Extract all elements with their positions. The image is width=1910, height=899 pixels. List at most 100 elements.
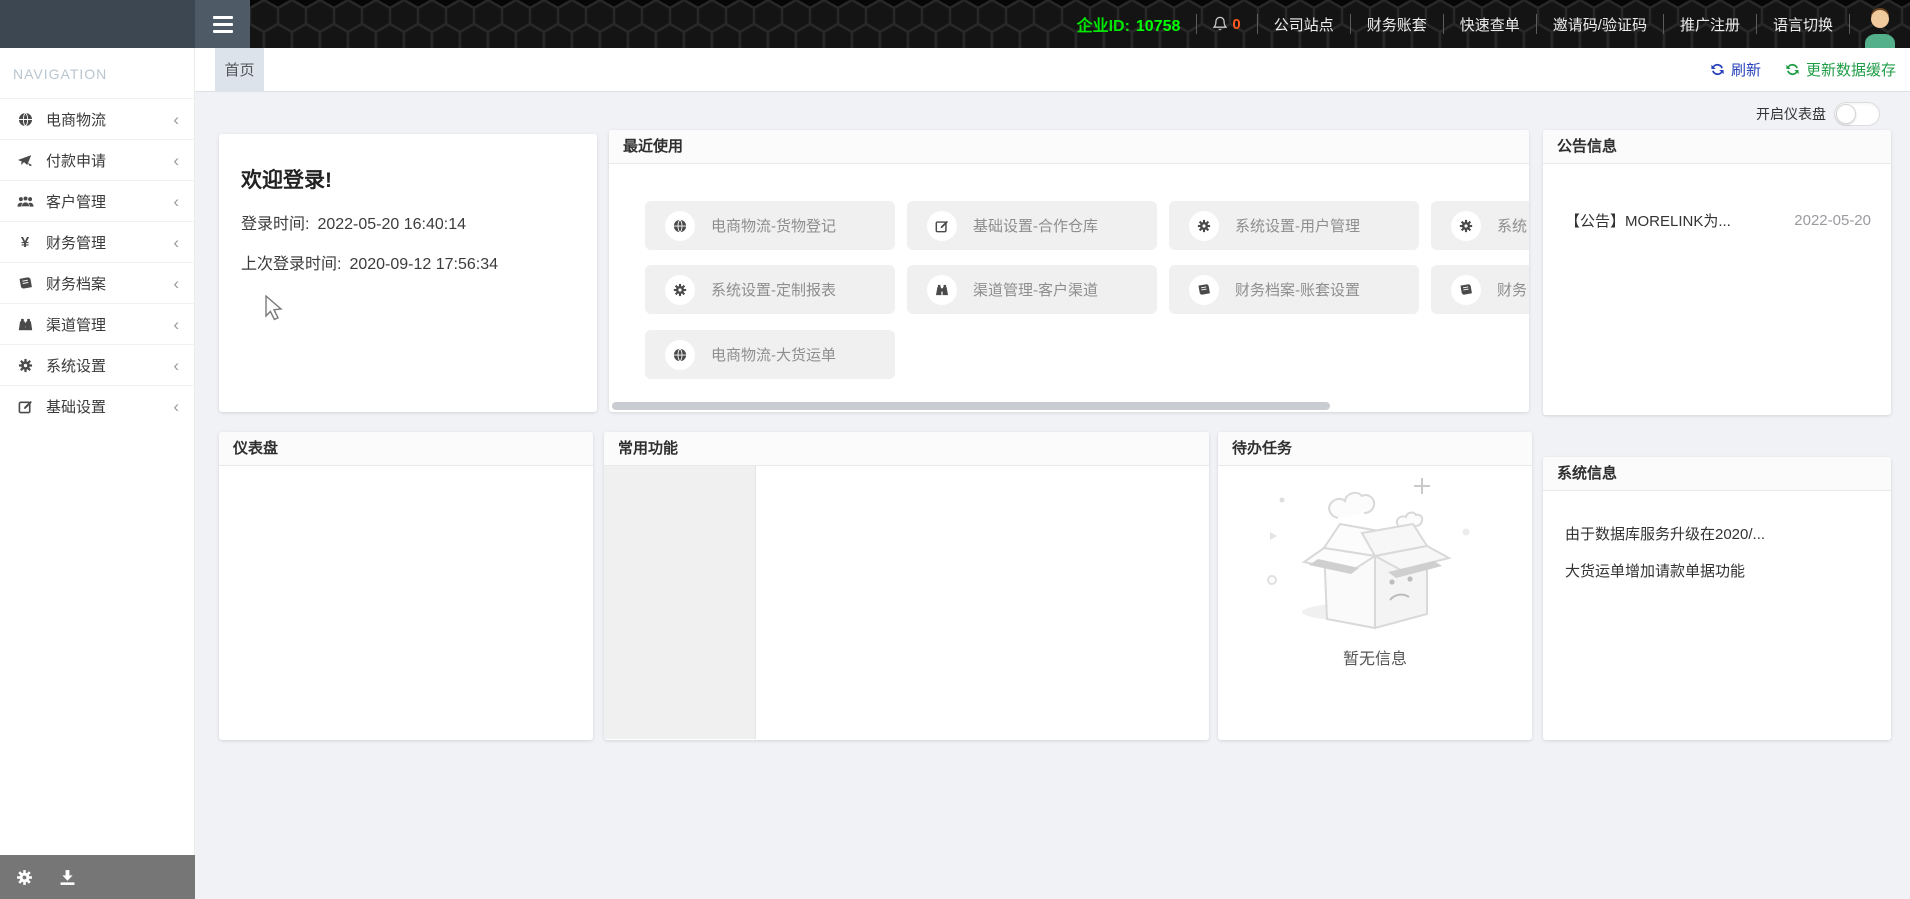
book-icon — [1451, 274, 1481, 305]
company-id: 企业ID: 10758 — [1065, 12, 1193, 36]
recent-item-account-settings[interactable]: 财务档案-账套设置 — [1169, 265, 1419, 314]
recent-item-cargo-register[interactable]: 电商物流-货物登记 — [645, 201, 895, 250]
edit-icon — [15, 399, 35, 414]
book-icon — [1189, 274, 1219, 305]
hamburger-icon — [212, 15, 233, 19]
recent-used-body: 电商物流-货物登记 基础设置-合作仓库 系统设置-用户管理 系统 系统设置-定制… — [609, 164, 1529, 412]
dashboard-toggle-switch[interactable] — [1834, 102, 1880, 126]
sidebar-item-basic-settings[interactable]: 基础设置 ‹ — [0, 385, 194, 426]
system-info-title: 系统信息 — [1543, 457, 1891, 491]
topbar-item-quick-search[interactable]: 快速查单 — [1448, 14, 1532, 35]
recent-item-label: 电商物流-货物登记 — [711, 218, 836, 235]
dashboard-panel: 仪表盘 — [219, 432, 593, 740]
sidebar-item-channel-management[interactable]: 渠道管理 ‹ — [0, 303, 194, 344]
topbar-item-invite-code[interactable]: 邀请码/验证码 — [1541, 14, 1659, 35]
sidebar-item-finance-archive[interactable]: 财务档案 ‹ — [0, 262, 194, 303]
chevron-left-icon: ‹ — [173, 109, 179, 129]
sidebar-item-system-settings[interactable]: 系统设置 ‹ — [0, 344, 194, 385]
topbar-item-finance-books[interactable]: 财务账套 — [1355, 14, 1439, 35]
sidebar-item-label: 渠道管理 — [46, 316, 107, 334]
sidebar-item-customer-management[interactable]: 客户管理 ‹ — [0, 180, 194, 221]
topbar-right: 企业ID: 10758 0 公司站点 财务账套 快速查单 邀请码/验证码 推广注… — [250, 0, 1910, 48]
sidebar-item-ecommerce-logistics[interactable]: 电商物流 ‹ — [0, 98, 194, 139]
gear-icon — [1189, 210, 1219, 241]
users-icon — [15, 195, 35, 208]
dashboard-panel-title: 仪表盘 — [219, 432, 593, 466]
notice-panel: 公告信息 【公告】MORELINK为... 2022-05-20 — [1543, 130, 1891, 415]
recent-item-label: 基础设置-合作仓库 — [973, 218, 1098, 235]
recent-used-panel: 最近使用 电商物流-货物登记 基础设置-合作仓库 系统设置-用户管理 系统 系统… — [609, 130, 1529, 412]
sidebar-item-label: 电商物流 — [46, 111, 107, 129]
binoculars-icon — [927, 274, 957, 305]
sidebar-item-label: 系统设置 — [46, 357, 107, 375]
globe-icon — [665, 339, 695, 370]
chevron-left-icon: ‹ — [173, 191, 179, 211]
recent-item-label: 系统设置-用户管理 — [1235, 218, 1360, 235]
topbar: 企业ID: 10758 0 公司站点 财务账套 快速查单 邀请码/验证码 推广注… — [0, 0, 1910, 48]
dashboard-toggle-label: 开启仪表盘 — [1756, 106, 1826, 122]
login-time-line: 登录时间: 2022-05-20 16:40:14 — [241, 210, 597, 234]
download-icon — [60, 869, 75, 885]
system-info-panel: 系统信息 由于数据库服务升级在2020/... 大货运单增加请款单据功能 — [1543, 457, 1891, 740]
recent-item-label: 渠道管理-客户渠道 — [973, 282, 1098, 299]
chevron-left-icon: ‹ — [173, 314, 179, 334]
recent-item-label: 财务档案-账套设置 — [1235, 282, 1360, 299]
refresh-button[interactable]: 刷新 — [1710, 59, 1761, 80]
book-icon — [15, 276, 35, 290]
login-time-value: 2022-05-20 16:40:14 — [317, 216, 467, 233]
sidebar-item-label: 财务管理 — [46, 234, 107, 252]
topbar-item-company-site[interactable]: 公司站点 — [1262, 14, 1346, 35]
empty-box-illustration — [1267, 478, 1470, 630]
mouse-cursor — [265, 295, 283, 321]
todo-panel-title: 待办任务 — [1218, 432, 1532, 466]
notifications-button[interactable]: 0 — [1201, 16, 1252, 33]
last-login-value: 2020-09-12 17:56:34 — [349, 256, 499, 273]
user-avatar[interactable] — [1862, 0, 1898, 48]
refresh-label: 刷新 — [1730, 62, 1761, 79]
tab-home[interactable]: 首页 — [215, 47, 264, 92]
recent-item-custom-report[interactable]: 系统设置-定制报表 — [645, 265, 895, 314]
topbar-brand-area — [0, 0, 195, 48]
settings-gear-button[interactable] — [16, 869, 33, 886]
gear-icon — [17, 869, 32, 885]
sidebar-item-payment-request[interactable]: 付款申请 ‹ — [0, 139, 194, 180]
common-functions-panel: 常用功能 — [604, 432, 1209, 740]
common-functions-body — [604, 466, 1209, 739]
system-info-item[interactable]: 由于数据库服务升级在2020/... — [1565, 523, 1871, 544]
update-cache-label: 更新数据缓存 — [1805, 62, 1896, 79]
recent-item-user-management[interactable]: 系统设置-用户管理 — [1169, 201, 1419, 250]
sidebar-toggle-button[interactable] — [195, 0, 250, 48]
notice-panel-title: 公告信息 — [1543, 130, 1891, 164]
welcome-panel: 欢迎登录! 登录时间: 2022-05-20 16:40:14 上次登录时间: 20… — [219, 134, 597, 412]
globe-icon — [15, 112, 35, 127]
refresh-icon — [1786, 63, 1799, 76]
refresh-icon — [1711, 63, 1724, 76]
system-info-item[interactable]: 大货运单增加请款单据功能 — [1565, 560, 1871, 581]
edit-icon — [927, 210, 957, 241]
toggle-knob — [1836, 104, 1856, 124]
topbar-item-language-switch[interactable]: 语言切换 — [1761, 14, 1845, 35]
gear-icon — [665, 274, 695, 305]
notice-item[interactable]: 【公告】MORELINK为... 2022-05-20 — [1565, 210, 1871, 231]
company-id-value: 10758 — [1135, 18, 1181, 35]
todo-panel-body: 暂无信息 — [1218, 466, 1532, 739]
sidebar-item-finance-management[interactable]: ¥ 财务管理 ‹ — [0, 221, 194, 262]
chevron-left-icon: ‹ — [173, 150, 179, 170]
login-time-label: 登录时间: — [241, 216, 310, 233]
horizontal-scrollbar-thumb[interactable] — [612, 402, 1330, 410]
chevron-left-icon: ‹ — [173, 396, 179, 416]
recent-item-clipped-2[interactable]: 财务 — [1431, 265, 1529, 314]
recent-item-partner-warehouse[interactable]: 基础设置-合作仓库 — [907, 201, 1157, 250]
recent-item-clipped-1[interactable]: 系统 — [1431, 201, 1529, 250]
sidebar: NAVIGATION 电商物流 ‹ 付款申请 ‹ 客户管理 ‹ ¥ 财务管理 ‹… — [0, 48, 195, 855]
download-button[interactable] — [59, 869, 76, 886]
update-cache-button[interactable]: 更新数据缓存 — [1785, 59, 1896, 80]
last-login-line: 上次登录时间: 2020-09-12 17:56:34 — [241, 250, 597, 274]
recent-used-title: 最近使用 — [609, 130, 1529, 164]
topbar-item-promo-register[interactable]: 推广注册 — [1668, 14, 1752, 35]
recent-item-label: 系统 — [1497, 218, 1528, 235]
recent-item-label: 电商物流-大货运单 — [711, 347, 836, 364]
gear-icon — [15, 358, 35, 373]
recent-item-customer-channel[interactable]: 渠道管理-客户渠道 — [907, 265, 1157, 314]
recent-item-bulk-waybill[interactable]: 电商物流-大货运单 — [645, 330, 895, 379]
